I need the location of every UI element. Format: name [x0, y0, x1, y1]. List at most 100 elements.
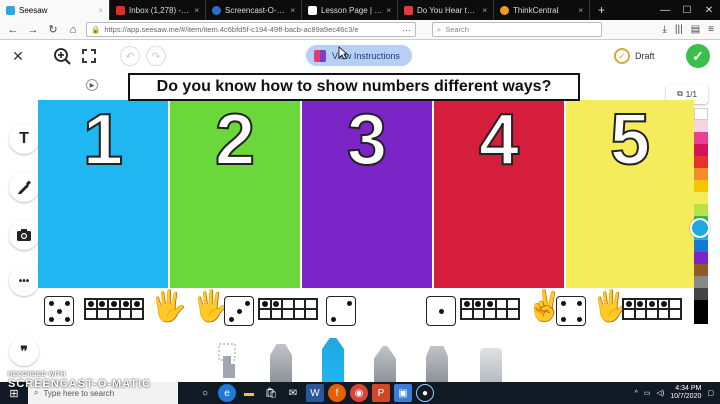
sidebar-icon[interactable]: ▤ [691, 24, 700, 35]
close-icon[interactable]: × [290, 6, 295, 15]
number-column-3: 3 [302, 100, 432, 288]
screencast-favicon-icon [212, 5, 221, 15]
tab-thinkcentral[interactable]: ThinkCentral × [494, 0, 590, 20]
audio-icon[interactable]: ▶ [86, 79, 98, 91]
tab-label: Seesaw [19, 5, 48, 15]
browser-nav-bar: ← → ↻ ⌂ 🔒 https://app.seesaw.me/#/item/i… [0, 20, 720, 40]
search-icon: ⌕ [437, 24, 442, 34]
new-tab-button[interactable]: + [590, 0, 613, 20]
fullscreen-icon[interactable] [80, 47, 98, 65]
crayon-tool-icon[interactable] [374, 346, 396, 382]
page-actions-icon[interactable]: ··· [402, 25, 411, 35]
number-column-2: 2 [170, 100, 300, 288]
selected-color-swatch[interactable] [690, 218, 710, 238]
eraser-tool-icon[interactable] [480, 348, 502, 382]
submit-check-button[interactable]: ✓ [686, 44, 710, 68]
tab-superkids[interactable]: Lesson Page | Superkids Re × [302, 0, 398, 20]
text-tool-button[interactable]: T [9, 124, 39, 154]
word-icon[interactable]: W [306, 384, 324, 402]
close-icon[interactable]: × [482, 6, 487, 15]
volume-icon[interactable]: ◁) [657, 389, 665, 397]
zoom-in-icon[interactable] [52, 46, 72, 66]
dice-four[interactable] [556, 296, 586, 326]
page-counter-label: 1/1 [685, 89, 697, 99]
dice-one[interactable] [426, 296, 456, 326]
network-icon[interactable]: ▭ [644, 389, 651, 397]
tab-seesaw[interactable]: Seesaw × [0, 0, 110, 20]
number-column-5: 5 [566, 100, 694, 288]
tab-gmail[interactable]: Inbox (1,278) - jcoons@ × [110, 0, 206, 20]
dice-two[interactable] [326, 296, 356, 326]
close-icon[interactable]: × [98, 6, 103, 15]
menu-icon[interactable]: ≡ [708, 24, 714, 35]
library-icon[interactable]: ||| [675, 24, 683, 35]
dice-three[interactable] [224, 296, 254, 326]
s-favicon-icon [404, 5, 413, 15]
tab-label: Lesson Page | Superkids Re [321, 5, 382, 15]
draft-label: Draft [635, 51, 655, 61]
task-view-icon[interactable]: ○ [196, 384, 214, 402]
browser-search-field[interactable]: ⌕ Search [432, 22, 602, 37]
lock-icon: 🔒 [91, 25, 101, 34]
view-instructions-button[interactable]: View Instructions [306, 45, 412, 66]
camera-icon [17, 229, 31, 241]
tray-arrow-icon[interactable]: ^ [635, 390, 638, 397]
search-placeholder: Search [445, 25, 469, 34]
activity-canvas[interactable]: 1 2 3 4 5 [38, 100, 694, 288]
number-column-1: 1 [38, 100, 168, 288]
dice-five[interactable] [44, 296, 74, 326]
maximize-icon[interactable]: ☐ [676, 0, 698, 20]
more-tools-button[interactable]: ••• [9, 266, 39, 296]
download-icon[interactable]: ⤓ [662, 24, 666, 35]
edge-icon[interactable]: e [218, 384, 236, 402]
close-icon[interactable]: × [386, 6, 391, 15]
pointer-tool-icon[interactable] [214, 342, 240, 382]
close-icon[interactable]: × [194, 6, 199, 15]
pen-tool-button[interactable] [9, 172, 39, 202]
highlighter-tool-icon[interactable] [426, 346, 448, 382]
number-column-4: 4 [434, 100, 564, 288]
undo-icon[interactable]: ↶ [120, 46, 140, 66]
home-icon[interactable]: ⌂ [66, 24, 80, 36]
forward-icon[interactable]: → [26, 24, 40, 36]
color-palette[interactable] [694, 108, 708, 324]
browser-tab-bar: Seesaw × Inbox (1,278) - jcoons@ × Scree… [0, 0, 720, 20]
close-icon[interactable]: × [578, 6, 583, 15]
file-explorer-icon[interactable]: ▬ [240, 384, 258, 402]
ten-frame-five[interactable] [84, 298, 144, 320]
browser-toolbar-right: ⤓ ||| ▤ ≡ [662, 24, 714, 35]
store-icon[interactable]: 🛍 [262, 384, 280, 402]
canvas-title: Do you know how to show numbers differen… [128, 73, 580, 101]
onenote-icon[interactable]: ▣ [394, 384, 412, 402]
minimize-icon[interactable]: — [654, 0, 676, 20]
powerpoint-icon[interactable]: P [372, 384, 390, 402]
marker-tool-icon[interactable] [322, 338, 344, 382]
screencast-icon[interactable]: ● [416, 384, 434, 402]
back-icon[interactable]: ← [6, 24, 20, 36]
ten-frame-two[interactable] [258, 298, 318, 320]
manipulatives-strip: 🖐 🖐 ✌ 🖐 [38, 290, 694, 330]
firefox-icon[interactable]: f [328, 384, 346, 402]
window-controls: — ☐ ✕ [654, 0, 720, 20]
clock[interactable]: 4:34 PM 10/7/2020 [670, 385, 701, 402]
thinkcentral-favicon-icon [500, 5, 509, 15]
notifications-icon[interactable]: ▢ [707, 389, 714, 397]
mail-icon[interactable]: ✉ [284, 384, 302, 402]
draft-icon: ✓ [614, 48, 630, 64]
hand-five-icon[interactable]: 🖐 [150, 292, 187, 322]
url-bar[interactable]: 🔒 https://app.seesaw.me/#/item/item.4c6b… [86, 22, 416, 37]
pages-icon: ⧉ [677, 89, 683, 98]
chrome-icon[interactable]: ◉ [350, 384, 368, 402]
draft-button[interactable]: ✓ Draft [614, 46, 666, 66]
ten-frame-four[interactable] [622, 298, 682, 320]
close-icon[interactable]: ✕ [10, 48, 26, 64]
close-window-icon[interactable]: ✕ [698, 0, 720, 20]
camera-tool-button[interactable] [9, 220, 39, 250]
redo-icon[interactable]: ↷ [146, 46, 166, 66]
ten-frame-three[interactable] [460, 298, 520, 320]
pencil-tool-icon[interactable] [270, 344, 292, 382]
tab-screencast[interactable]: Screencast-O-Matic - × [206, 0, 302, 20]
reload-icon[interactable]: ↻ [46, 23, 60, 36]
gmail-favicon-icon [116, 5, 125, 15]
tab-fire-truck[interactable]: Do You Hear the Fire Tr × [398, 0, 494, 20]
